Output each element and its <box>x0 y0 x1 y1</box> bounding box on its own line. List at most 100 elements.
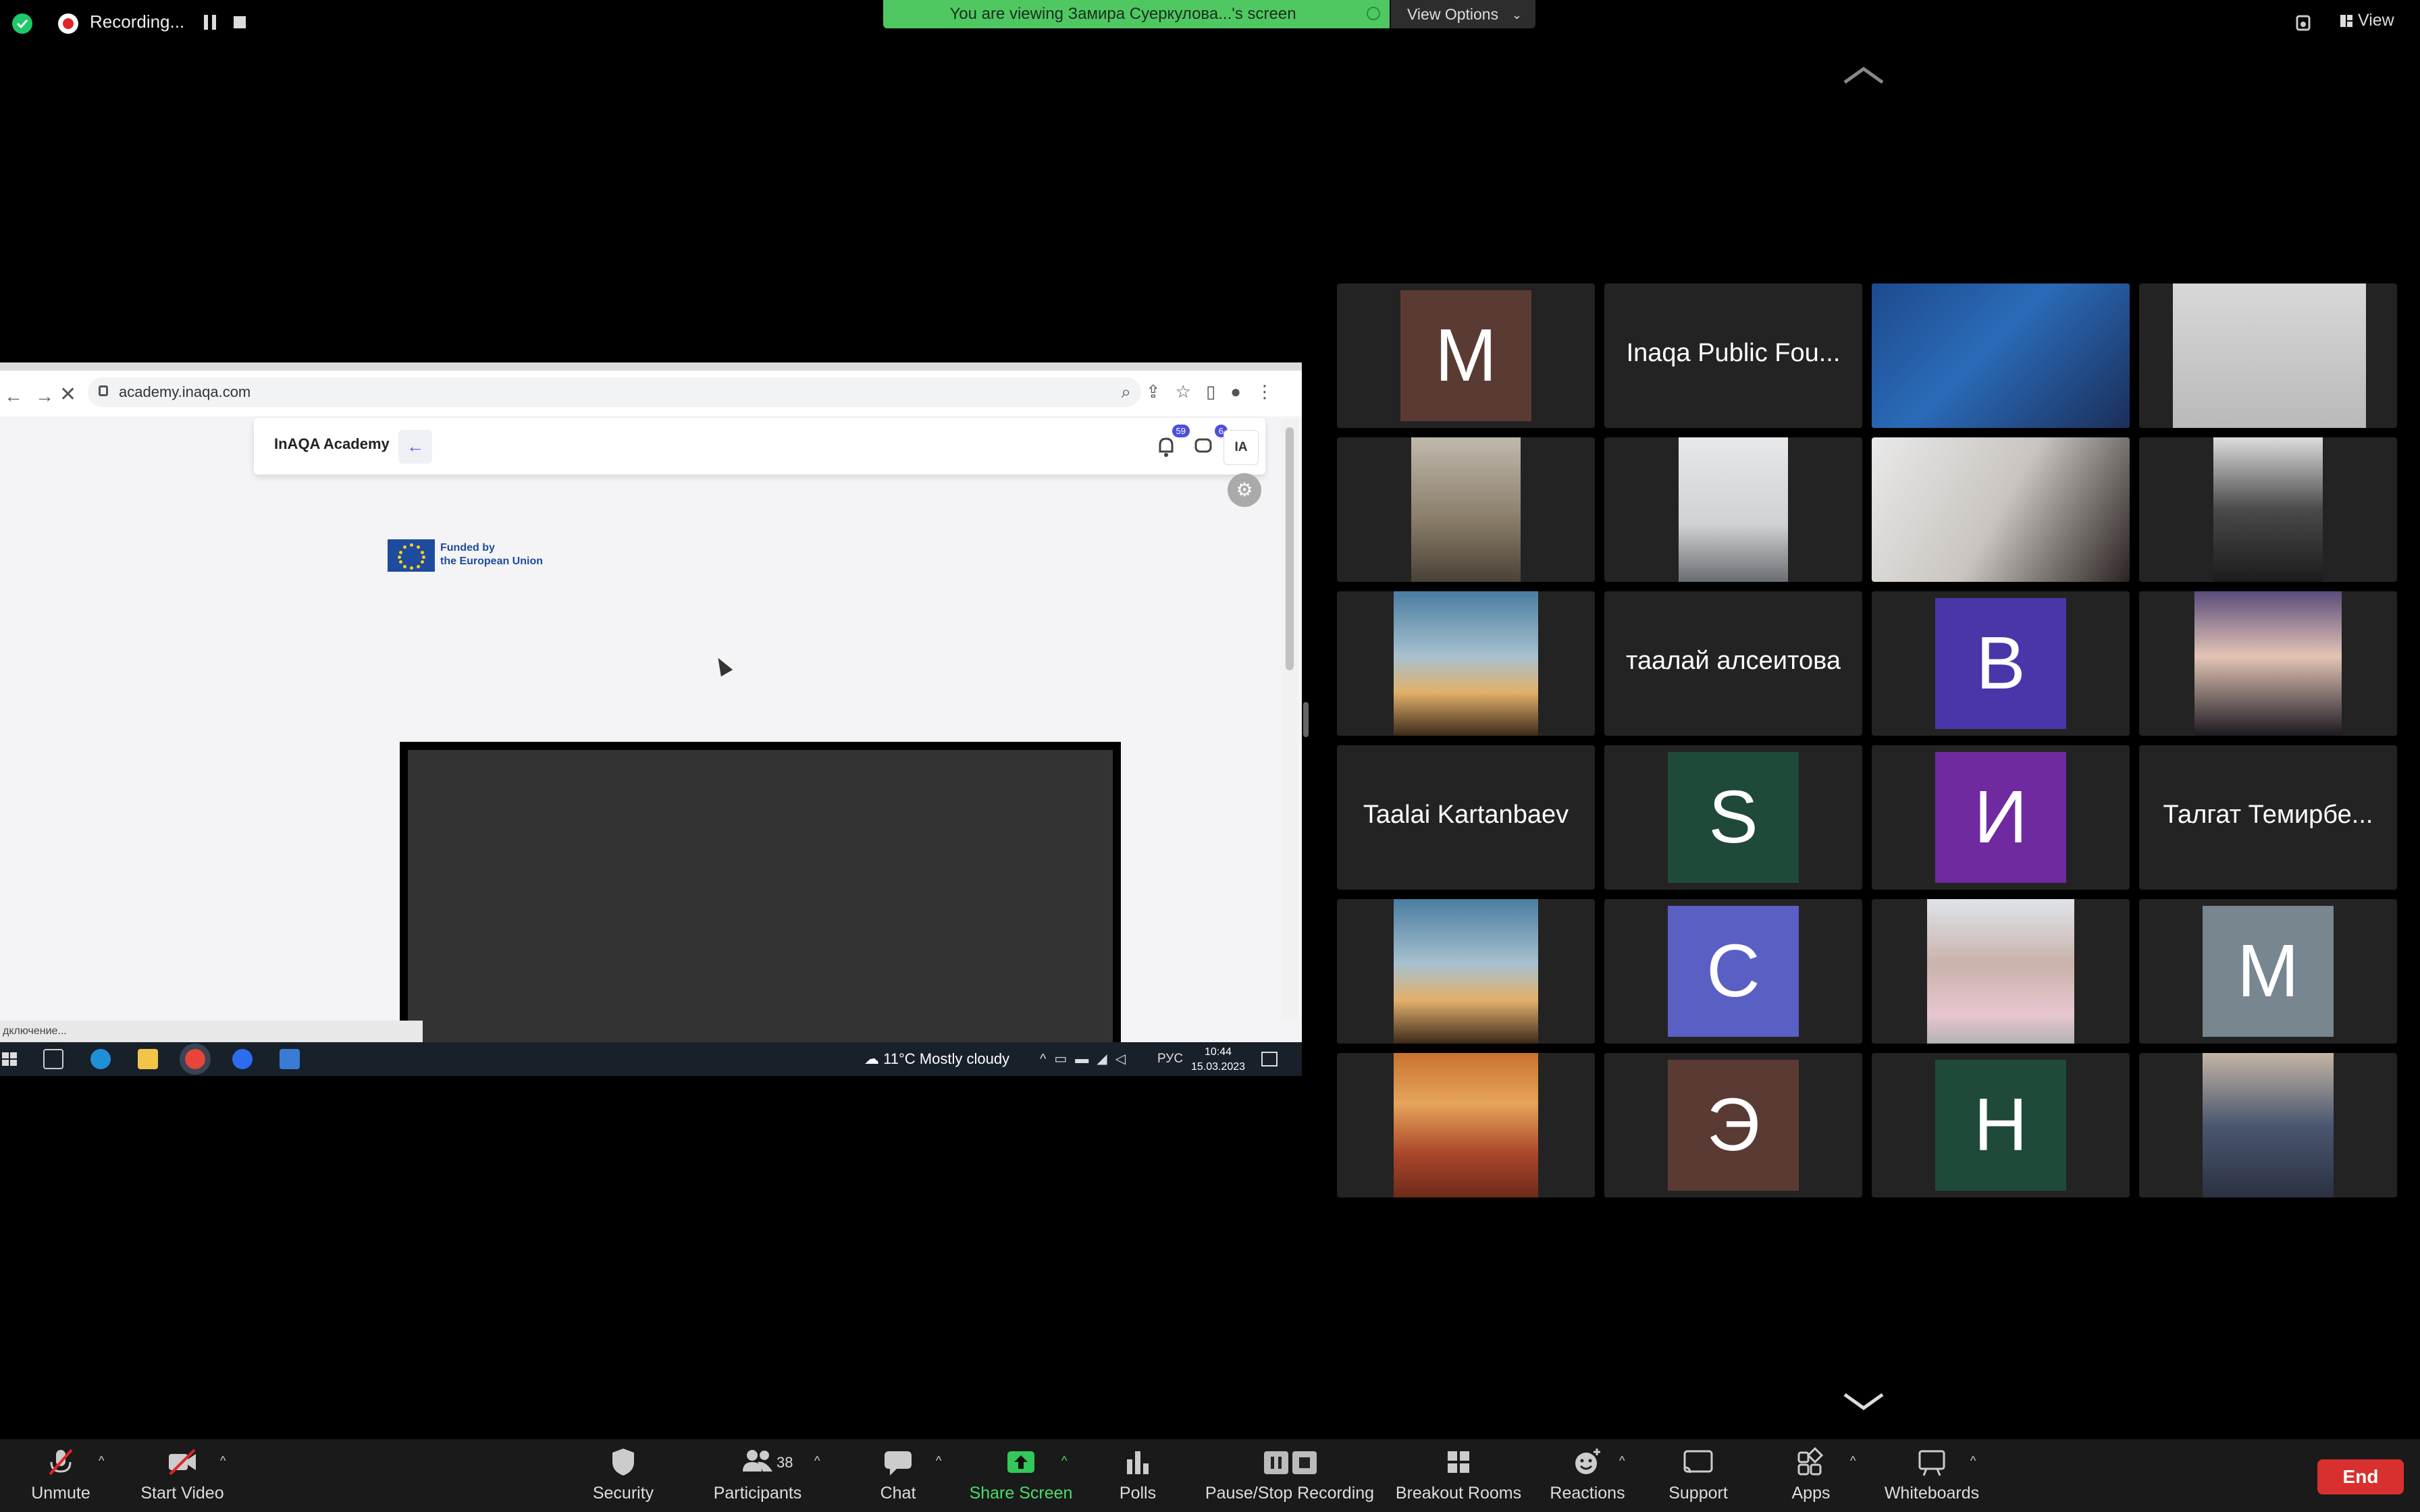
participant-avatar: S <box>1668 752 1799 883</box>
participant-tile[interactable]: M <box>1337 284 1595 428</box>
back-arrow-button[interactable]: ← <box>398 430 432 464</box>
polls-button[interactable]: Polls <box>1107 1444 1168 1503</box>
notification-center-icon[interactable] <box>1261 1052 1278 1066</box>
edge-browser-icon[interactable] <box>90 1049 111 1069</box>
apps-caret-icon[interactable]: ^ <box>1850 1454 1856 1468</box>
input-language[interactable]: РУС <box>1157 1052 1183 1066</box>
security-shield-icon[interactable] <box>12 14 32 34</box>
notification-bell-icon[interactable]: 59 <box>1156 425 1190 458</box>
share-screen-button[interactable]: Share Screen <box>967 1444 1075 1503</box>
participant-tile[interactable] <box>2139 1053 2397 1197</box>
audio-options-caret-icon[interactable]: ^ <box>99 1454 104 1468</box>
file-explorer-icon[interactable] <box>138 1049 158 1069</box>
weather-widget[interactable]: ☁ 11°C Mostly cloudy <box>864 1050 1009 1068</box>
viewing-banner: You are viewing Замира Суеркулова...'s s… <box>883 0 1390 28</box>
browser-toolbar: ←→ ✕ academy.inaqa.com ⌕⇪☆▯●⋮ <box>0 362 1302 416</box>
task-view-icon[interactable] <box>43 1049 63 1069</box>
start-video-button[interactable]: Start Video <box>135 1444 230 1503</box>
share-screen-caret-icon[interactable]: ^ <box>1061 1454 1067 1468</box>
grid-view-icon <box>2340 15 2352 27</box>
participants-caret-icon[interactable]: ^ <box>814 1454 820 1468</box>
photos-app-icon[interactable] <box>280 1049 300 1069</box>
breakout-rooms-icon <box>1448 1451 1469 1473</box>
pause-recording-icon[interactable] <box>204 15 217 30</box>
share-screen-icon <box>1007 1451 1034 1473</box>
video-player[interactable] <box>400 742 1121 1047</box>
participant-tile[interactable]: Э <box>1604 1053 1862 1197</box>
participant-tile[interactable] <box>1872 284 2130 428</box>
participant-tile[interactable]: таалай алсеитова <box>1604 591 1862 736</box>
participant-tile[interactable]: B <box>1872 591 2130 736</box>
participant-tile[interactable]: H <box>1872 1053 2130 1197</box>
participant-video <box>2203 1053 2334 1197</box>
system-tray-icons[interactable]: ^▭▬◢◁ <box>1040 1050 1134 1067</box>
page-scrollbar[interactable] <box>1282 419 1298 1020</box>
taskbar-clock[interactable]: 10:44 15.03.2023 <box>1191 1045 1245 1075</box>
participant-tile[interactable] <box>1337 1053 1595 1197</box>
participant-tile[interactable] <box>1872 899 2130 1044</box>
user-avatar[interactable]: IA <box>1224 430 1259 465</box>
participant-tile[interactable] <box>1604 437 1862 582</box>
participant-tile[interactable]: C <box>1604 899 1862 1044</box>
video-options-caret-icon[interactable]: ^ <box>220 1454 226 1468</box>
gallery-up-chevron-icon[interactable] <box>1842 65 1885 85</box>
participant-tile[interactable]: И <box>1872 745 2130 890</box>
gear-icon[interactable]: ⚙ <box>1228 473 1261 507</box>
chat-button[interactable]: Chat <box>871 1444 925 1503</box>
participant-tile[interactable] <box>2139 284 2397 428</box>
participants-icon <box>743 1450 772 1472</box>
reactions-caret-icon[interactable]: ^ <box>1619 1454 1625 1468</box>
whiteboards-caret-icon[interactable]: ^ <box>1970 1454 1976 1468</box>
pause-stop-recording-button[interactable]: Pause/Stop Recording <box>1202 1444 1377 1503</box>
viewing-banner-text: You are viewing Замира Суеркулова...'s s… <box>949 5 1296 23</box>
participant-tile[interactable]: S <box>1604 745 1862 890</box>
participant-avatar: M <box>1400 290 1531 421</box>
participant-video <box>2213 437 2323 582</box>
participant-video <box>2173 284 2366 428</box>
participant-tile[interactable] <box>1872 437 2130 582</box>
meeting-toolbar: Unmute ^ Start Video ^ Security Particip… <box>0 1439 2420 1512</box>
participant-tile[interactable]: M <box>2139 899 2397 1044</box>
participant-tile[interactable] <box>1337 437 1595 582</box>
gallery-down-chevron-icon[interactable] <box>1842 1392 1885 1412</box>
windows-start-icon[interactable] <box>0 1049 20 1069</box>
notification-badge: 59 <box>1172 425 1190 437</box>
apps-button[interactable]: Apps <box>1780 1444 1842 1503</box>
browser-nav-arrows-icon[interactable]: ←→ <box>4 385 66 407</box>
participant-video <box>2194 591 2342 736</box>
view-options-button[interactable]: View Options ⌄ <box>1391 0 1535 28</box>
participant-tile[interactable]: Талгат Темирбе... <box>2139 745 2397 890</box>
immersive-view-icon[interactable] <box>2293 12 2313 34</box>
address-bar[interactable]: academy.inaqa.com <box>88 377 1141 407</box>
eu-funding-text: Funded by the European Union <box>440 542 543 567</box>
chat-caret-icon[interactable]: ^ <box>936 1454 941 1468</box>
security-button[interactable]: Security <box>586 1444 660 1503</box>
participant-tile[interactable] <box>2139 591 2397 736</box>
chrome-browser-icon[interactable] <box>180 1044 211 1075</box>
eu-flag-logo <box>388 539 435 572</box>
participant-video <box>1872 437 2130 582</box>
participant-tile[interactable]: Inaqa Public Fou... <box>1604 284 1862 428</box>
unmute-button[interactable]: Unmute <box>27 1444 95 1503</box>
reactions-button[interactable]: Reactions <box>1546 1444 1629 1503</box>
stop-loading-icon[interactable]: ✕ <box>59 383 76 406</box>
video-off-icon <box>169 1449 196 1476</box>
close-circle-icon[interactable] <box>1367 7 1380 20</box>
participant-video <box>1679 437 1788 582</box>
support-button[interactable]: Support <box>1661 1444 1735 1503</box>
zoom-app-icon[interactable] <box>232 1049 253 1069</box>
stop-recording-icon[interactable] <box>234 16 246 28</box>
split-resize-handle[interactable] <box>1303 702 1309 737</box>
participant-tile[interactable] <box>1337 899 1595 1044</box>
end-meeting-button[interactable]: End <box>2317 1459 2404 1494</box>
breakout-rooms-button[interactable]: Breakout Rooms <box>1394 1444 1523 1503</box>
address-bar-url: academy.inaqa.com <box>119 383 251 400</box>
scrollbar-thumb[interactable] <box>1286 427 1294 670</box>
participant-tile[interactable]: Taalai Kartanbaev <box>1337 745 1595 890</box>
participant-tile[interactable] <box>1337 591 1595 736</box>
participant-tile[interactable] <box>2139 437 2397 582</box>
browser-extension-icons[interactable]: ⌕⇪☆▯●⋮ <box>1121 381 1288 403</box>
view-button[interactable]: View <box>2340 11 2394 30</box>
messages-icon[interactable]: 6 <box>1194 425 1228 458</box>
whiteboards-button[interactable]: Whiteboards <box>1878 1444 1985 1503</box>
